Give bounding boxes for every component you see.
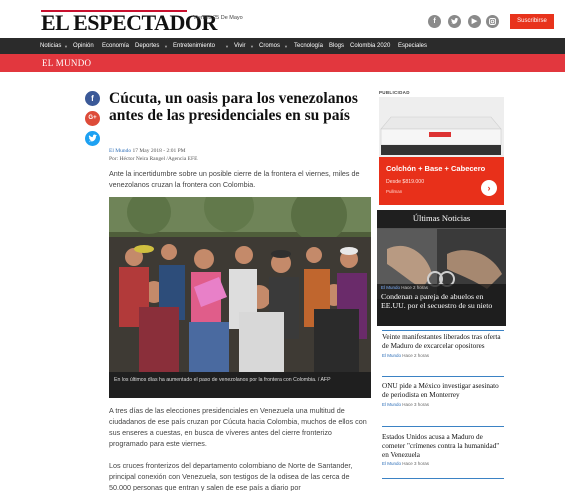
article-author: Por: Héctor Neira Rangel /Agencia EFE [109,156,198,162]
featured-news-meta: El Mundo Hace 2 horas [381,285,428,290]
nav-item-opinion[interactable]: Opinión [73,43,94,49]
news-item-section[interactable]: El Mundo [382,461,401,466]
nav-item-economia[interactable]: Economía [102,43,129,49]
facebook-icon[interactable]: f [85,91,100,106]
article-lead: Ante la incertidumbre sobre un posible c… [109,169,360,189]
photo-caption: En los últimos días ha aumentado el paso… [109,372,371,398]
main-nav: Noticias ▼ Opinión Economía Deportes ▼ E… [0,38,565,54]
divider [382,478,504,479]
featured-news-image[interactable] [377,229,506,326]
instagram-icon[interactable] [486,15,499,28]
news-item-meta: El Mundo Hace 3 horas [382,402,504,407]
chevron-down-icon: ▼ [225,44,229,49]
featured-news-section[interactable]: El Mundo [381,285,400,290]
article-date: 17 May 2018 - 2:01 PM [132,148,186,154]
advertising-label: PUBLICIDAD [379,90,410,95]
section-title[interactable]: EL MUNDO [42,58,91,68]
list-item[interactable]: Estados Unidos acusa a Maduro de cometer… [382,433,504,466]
list-item[interactable]: Veinte manifestantes liberados tras ofer… [382,333,504,358]
divider [382,426,504,427]
featured-news-time: Hace 2 horas [401,285,429,290]
chevron-right-icon[interactable]: › [481,180,497,196]
list-item[interactable]: ONU pide a México investigar asesinato d… [382,382,504,407]
article-headline: Cúcuta, un oasis para los venezolanos an… [109,90,358,124]
nav-item-blogs[interactable]: Blogs [329,43,344,49]
nav-item-colombia-2020[interactable]: Colombia 2020 [350,43,390,49]
divider [382,330,504,331]
latest-news-title: Últimas Noticias [412,213,471,223]
nav-item-noticias[interactable]: Noticias [40,43,61,49]
divider [382,376,504,377]
subscribe-button[interactable]: Suscribirse [510,14,554,29]
twitter-icon[interactable] [448,15,461,28]
ad-brand: Pullman [386,189,403,194]
featured-news-headline[interactable]: Condenan a pareja de abuelos en EE.UU. p… [381,292,504,310]
article-section-link[interactable]: El Mundo [109,148,131,154]
google-plus-icon[interactable]: G+ [85,111,100,126]
chevron-down-icon: ▼ [64,44,68,49]
article-meta: El Mundo 17 May 2018 - 2:01 PM [109,148,186,154]
news-item-time: Hace 3 horas [402,401,430,407]
nav-item-entretenimiento[interactable]: Entretenimiento [173,43,215,49]
latest-news-box: Últimas Noticias El Mundo Hace 2 horas C… [377,210,506,326]
news-item-title[interactable]: ONU pide a México investigar asesinato d… [382,382,504,400]
chevron-down-icon: ▼ [284,44,288,49]
youtube-icon[interactable]: ▶ [468,15,481,28]
nav-item-especiales[interactable]: Especiales [398,43,427,49]
article-paragraph: A tres días de las elecciones presidenci… [109,406,367,448]
site-header: EL ESPECTADOR Viernes 25 De Mayo f ▶ Sus… [0,0,565,38]
ad-title: Colchón + Base + Cabecero [386,164,486,173]
chevron-down-icon: ▼ [164,44,168,49]
ad-price: Desde $819.000 [386,179,425,185]
article-photo [109,197,371,372]
news-item-section[interactable]: El Mundo [382,402,401,407]
facebook-icon[interactable]: f [428,15,441,28]
article-paragraph: Los cruces fronterizos del departamento … [109,461,353,491]
site-logo[interactable]: EL ESPECTADOR [41,12,217,34]
nav-item-cromos[interactable]: Cromos [259,43,280,49]
news-item-title[interactable]: Veinte manifestantes liberados tras ofer… [382,333,504,351]
nav-item-deportes[interactable]: Deportes [135,43,159,49]
chevron-down-icon: ▼ [250,44,254,49]
news-item-time: Hace 2 horas [402,352,430,358]
news-item-meta: El Mundo Hace 3 horas [382,461,504,466]
twitter-icon[interactable] [85,131,100,146]
nav-item-tecnologia[interactable]: Tecnología [294,43,323,49]
news-item-time: Hace 3 horas [402,461,430,467]
section-bar: EL MUNDO [0,54,565,72]
news-item-meta: El Mundo Hace 2 horas [382,353,504,358]
news-item-title[interactable]: Estados Unidos acusa a Maduro de cometer… [382,433,504,459]
news-item-section[interactable]: El Mundo [382,353,401,358]
header-date: Viernes 25 De Mayo [193,15,243,21]
nav-item-vivir[interactable]: Vivir [234,43,246,49]
